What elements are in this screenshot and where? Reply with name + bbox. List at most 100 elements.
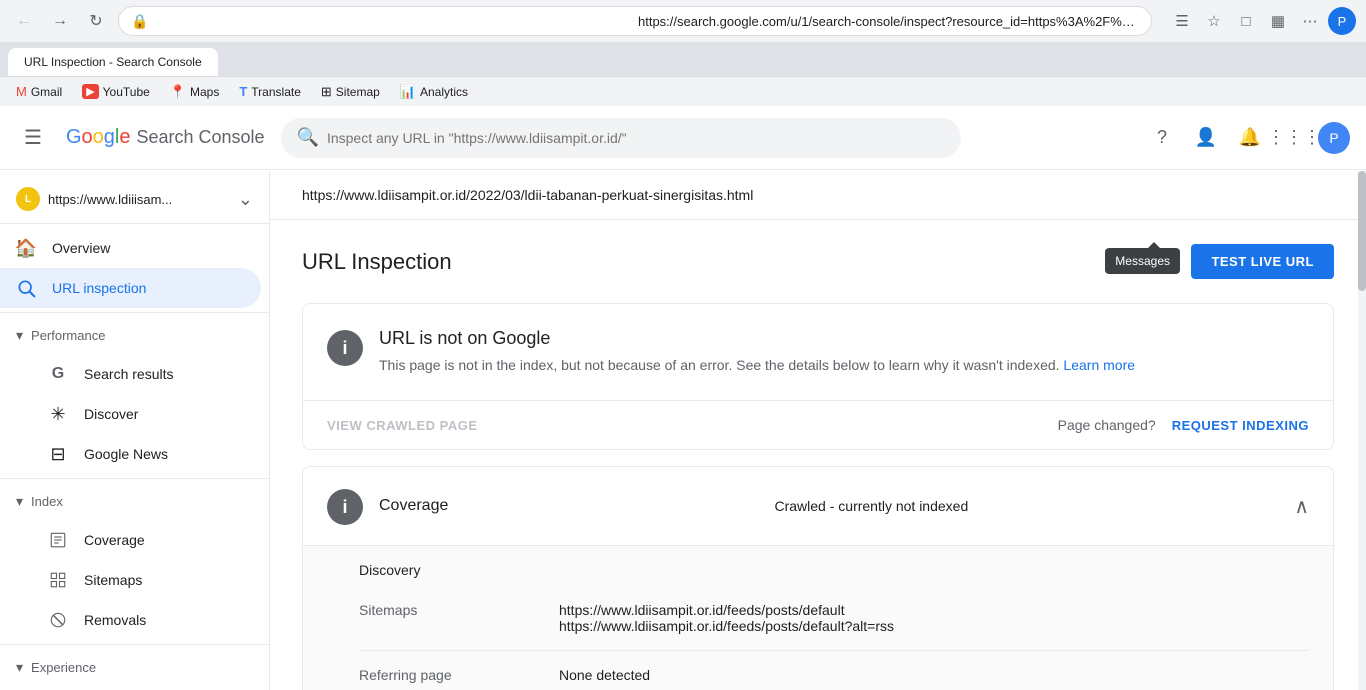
sitemap-icon: ⊞ [321, 84, 332, 100]
address-bar[interactable]: 🔒 https://search.google.com/u/1/search-c… [118, 6, 1152, 36]
sidebar-experience-header[interactable]: ▾ Experience [0, 649, 269, 686]
sidebar-overview-label: Overview [52, 240, 110, 256]
status-card-header: i URL is not on Google This page is not … [303, 304, 1333, 400]
browser-titlebar: ← → ↻ 🔒 https://search.google.com/u/1/se… [0, 0, 1366, 42]
view-crawled-button: VIEW CRAWLED PAGE [327, 418, 478, 433]
performance-collapse-icon: ▾ [16, 327, 23, 344]
scrollbar-thumb[interactable] [1358, 171, 1366, 291]
sidebar-item-url-inspection[interactable]: URL inspection [0, 268, 261, 308]
url-search-input[interactable] [327, 130, 945, 146]
gsc-logo-label: Search Console [136, 127, 264, 148]
messages-tooltip: Messages [1105, 248, 1180, 274]
maps-icon: 📍 [170, 84, 186, 100]
gsc-search-bar[interactable]: 🔍 [281, 118, 961, 158]
back-button[interactable]: ← [10, 7, 38, 35]
translate-icon: T [239, 84, 247, 99]
content-area: URL Inspection TEST LIVE URL i URL is no… [270, 220, 1366, 690]
more-button[interactable]: ⋯ [1296, 7, 1324, 35]
coverage-icon [48, 530, 68, 550]
status-description: This page is not in the index, but not b… [379, 355, 1309, 376]
learn-more-link[interactable]: Learn more [1063, 357, 1135, 373]
browser-profile-button[interactable]: P [1328, 7, 1356, 35]
discovery-header: Discovery [359, 546, 1309, 586]
sidebar-item-removals[interactable]: Removals [0, 600, 261, 640]
browser-chrome: ← → ↻ 🔒 https://search.google.com/u/1/se… [0, 0, 1366, 107]
reload-button[interactable]: ↻ [82, 7, 110, 35]
scrollbar-track[interactable] [1358, 171, 1366, 690]
sidebar-performance-header[interactable]: ▾ Performance [0, 317, 269, 354]
app-body: ☰ Google Search Console 🔍 ? 👤 🔔 Messages… [0, 107, 1366, 690]
status-content: URL is not on Google This page is not in… [379, 328, 1309, 376]
property-selector[interactable]: L https://www.ldiiisam... ⌄ [0, 179, 269, 219]
address-text: https://search.google.com/u/1/search-con… [638, 14, 1139, 29]
apps-button[interactable]: ⋮⋮⋮ [1274, 118, 1314, 158]
sitemaps-value: https://www.ldiisampit.or.id/feeds/posts… [559, 602, 894, 634]
notifications-button[interactable]: 🔔 Messages [1230, 118, 1270, 158]
sidebar-item-discover[interactable]: ✳ Discover [0, 394, 261, 434]
sitemaps-row: Sitemaps https://www.ldiisampit.or.id/fe… [359, 586, 1309, 651]
sidebar-divider-top [0, 223, 269, 224]
bookmark-maps[interactable]: 📍 Maps [162, 82, 228, 102]
bookmark-translate[interactable]: T Translate [231, 82, 309, 101]
coverage-title: Coverage [379, 497, 448, 515]
sidebar-url-inspection-label: URL inspection [52, 280, 146, 296]
menu-button[interactable]: ☰ [16, 117, 50, 158]
bookmark-sitemap-label: Sitemap [336, 85, 380, 99]
index-collapse-icon: ▾ [16, 493, 23, 510]
test-live-url-button[interactable]: TEST LIVE URL [1191, 244, 1334, 279]
bookmark-sitemap[interactable]: ⊞ Sitemap [313, 82, 388, 102]
gsc-header-right-icons: ? 👤 🔔 Messages ⋮⋮⋮ P [1142, 118, 1350, 158]
sidebar-google-news-label: Google News [84, 446, 168, 462]
active-tab[interactable]: URL Inspection - Search Console [8, 48, 218, 76]
sidebar-item-overview[interactable]: 🏠 Overview [0, 228, 261, 268]
sidebar-index-header[interactable]: ▾ Index [0, 483, 269, 520]
referring-page-row: Referring page None detected [359, 651, 1309, 690]
browser-tabs: URL Inspection - Search Console [0, 42, 1366, 76]
sidebar-performance-label: Performance [31, 328, 105, 343]
forward-button[interactable]: → [46, 7, 74, 35]
sidebar-sitemaps-label: Sitemaps [84, 572, 142, 588]
sidebar-search-results-label: Search results [84, 366, 173, 382]
coverage-card: i Coverage Crawled - currently not index… [302, 466, 1334, 690]
analytics-icon: 📊 [400, 84, 416, 100]
search-icon: 🔍 [297, 127, 319, 148]
split-tab-button[interactable]: ▦ [1264, 7, 1292, 35]
google-g-icon: G [48, 364, 68, 384]
favorites-button[interactable]: ☆ [1200, 7, 1228, 35]
bookmark-maps-label: Maps [190, 85, 219, 99]
gsc-header: ☰ Google Search Console 🔍 ? 👤 🔔 Messages… [0, 106, 1366, 170]
page-changed-text: Page changed? [1058, 417, 1156, 433]
page-title: URL Inspection [302, 249, 452, 275]
url-breadcrumb: https://www.ldiisampit.or.id/2022/03/ldi… [270, 171, 1366, 220]
reader-mode-button[interactable]: ☰ [1168, 7, 1196, 35]
profile-button[interactable]: P [1318, 122, 1350, 154]
sidebar-item-google-news[interactable]: ⊟ Google News [0, 434, 261, 474]
property-chevron-icon: ⌄ [238, 189, 253, 210]
coverage-card-header[interactable]: i Coverage Crawled - currently not index… [303, 467, 1333, 545]
browser-header-icons: ☰ ☆ □ ▦ ⋯ P [1168, 7, 1356, 35]
bookmark-youtube[interactable]: ▶ YouTube [74, 82, 158, 101]
discover-icon: ✳ [48, 404, 68, 424]
sidebar-item-coverage[interactable]: Coverage [0, 520, 261, 560]
sidebar-removals-label: Removals [84, 612, 146, 628]
gsc-logo: Google Search Console [66, 126, 265, 149]
sidebar-item-search-results[interactable]: G Search results [0, 354, 261, 394]
collections-button[interactable]: □ [1232, 7, 1260, 35]
coverage-info-icon: i [327, 489, 363, 525]
sidebar-item-sitemaps[interactable]: Sitemaps [0, 560, 261, 600]
bookmark-gmail[interactable]: M Gmail [8, 82, 70, 101]
google-news-icon: ⊟ [48, 444, 68, 464]
google-logo-text: Google [66, 126, 131, 149]
sidebar-index-label: Index [31, 494, 63, 509]
help-button[interactable]: ? [1142, 118, 1182, 158]
sidebar-divider-3 [0, 644, 269, 645]
sitemaps-value-1: https://www.ldiisampit.or.id/feeds/posts… [559, 602, 894, 618]
manage-property-button[interactable]: 👤 [1186, 118, 1226, 158]
sidebar-experience-label: Experience [31, 660, 96, 675]
request-indexing-button[interactable]: REQUEST INDEXING [1172, 418, 1309, 433]
bookmark-analytics[interactable]: 📊 Analytics [392, 82, 476, 102]
coverage-status-value: Crawled - currently not indexed [464, 498, 1278, 514]
coverage-collapse-icon: ∧ [1294, 494, 1309, 519]
status-title: URL is not on Google [379, 328, 1309, 349]
youtube-icon: ▶ [82, 84, 98, 99]
